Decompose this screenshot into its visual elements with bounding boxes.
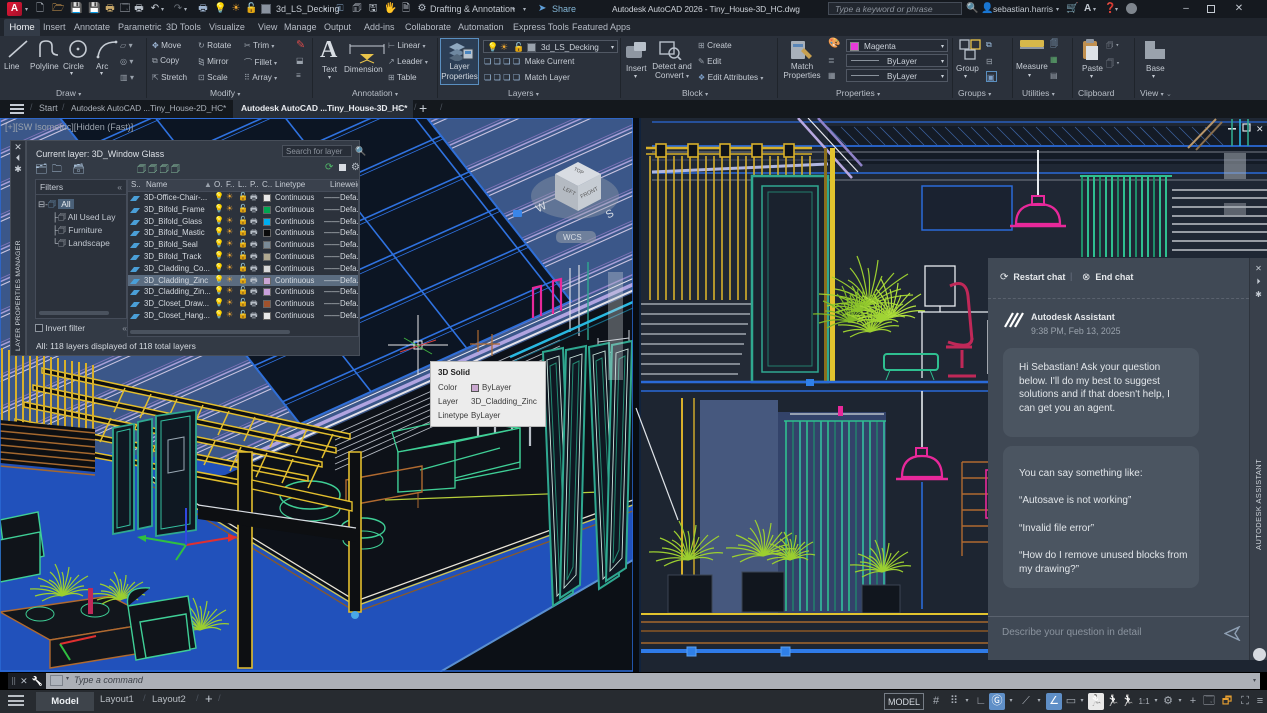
svg-text:✕: ✕ bbox=[1256, 124, 1264, 134]
svg-text:[+][SW Isometric][Hidden (Fast: [+][SW Isometric][Hidden (Fast)] bbox=[5, 122, 133, 132]
svg-text:WCS: WCS bbox=[563, 233, 582, 242]
